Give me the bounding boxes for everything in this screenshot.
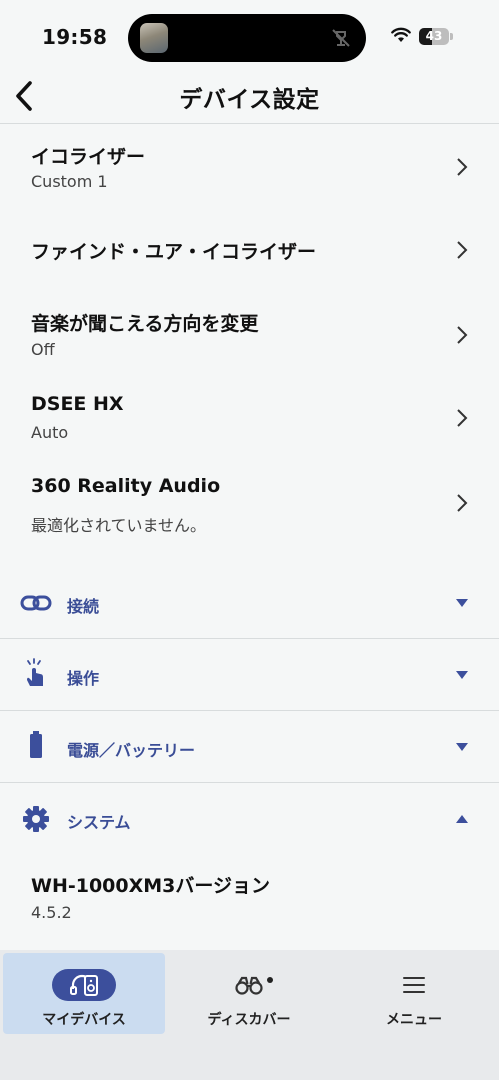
now-playing-thumbnail[interactable] <box>140 23 168 53</box>
section-label: 電源／バッテリー <box>67 741 196 760</box>
touch-icon <box>20 658 52 687</box>
chevron-right-icon <box>457 494 468 512</box>
setting-row-sound-direction[interactable]: 音楽が聞こえる方向を変更 Off <box>0 290 499 375</box>
notification-dot <box>267 977 273 983</box>
section-label: システム <box>67 813 131 832</box>
wifi-icon <box>391 27 411 42</box>
dynamic-island[interactable] <box>128 14 366 62</box>
setting-value: 最適化されていません。 <box>31 516 207 535</box>
section-system[interactable]: システム <box>0 782 499 853</box>
chevron-right-icon <box>457 158 468 176</box>
headphones-icon <box>52 969 116 1001</box>
caret-down-icon <box>456 599 468 607</box>
battery-icon <box>20 731 52 759</box>
setting-title: 音楽が聞こえる方向を変更 <box>31 313 259 335</box>
mute-icon <box>332 29 350 47</box>
section-operation[interactable]: 操作 <box>0 638 499 709</box>
status-bar: 19:58 43 <box>0 0 499 74</box>
status-time: 19:58 <box>42 25 108 49</box>
chevron-right-icon <box>457 326 468 344</box>
binoculars-icon <box>235 976 263 995</box>
setting-value: Off <box>31 340 55 359</box>
tab-my-device[interactable]: マイデバイス <box>3 953 165 1034</box>
header: デバイス設定 <box>0 74 499 124</box>
chevron-right-icon <box>457 241 468 259</box>
tab-label: マイデバイス <box>42 1012 126 1028</box>
section-connection[interactable]: 接続 <box>0 567 499 638</box>
section-label: 接続 <box>67 597 100 616</box>
tab-discover[interactable]: ディスカバー <box>168 953 330 1034</box>
system-version-row: WH-1000XM3バージョン 4.5.2 <box>0 853 499 948</box>
setting-value: Auto <box>31 423 69 442</box>
caret-up-icon <box>456 815 468 823</box>
caret-down-icon <box>456 743 468 751</box>
setting-value: Custom 1 <box>31 172 108 191</box>
version-title: WH-1000XM3バージョン <box>31 875 271 897</box>
chevron-right-icon <box>457 409 468 427</box>
section-power-battery[interactable]: 電源／バッテリー <box>0 710 499 781</box>
caret-down-icon <box>456 671 468 679</box>
battery-percentage: 43 <box>425 29 443 43</box>
setting-row-equalizer[interactable]: イコライザー Custom 1 <box>0 125 499 210</box>
gear-icon <box>20 805 52 833</box>
tab-label: ディスカバー <box>207 1012 291 1028</box>
tab-bar: マイデバイス ディスカバー メニュー <box>0 950 499 1080</box>
page-title: デバイス設定 <box>179 87 320 113</box>
setting-row-360-reality-audio[interactable]: 360 Reality Audio 最適化されていません。 <box>0 460 499 555</box>
menu-icon <box>403 977 425 993</box>
version-value: 4.5.2 <box>31 903 72 922</box>
tab-label: メニュー <box>386 1012 442 1028</box>
tab-menu[interactable]: メニュー <box>333 953 495 1034</box>
setting-row-dsee-hx[interactable]: DSEE HX Auto <box>0 375 499 460</box>
setting-title: 360 Reality Audio <box>31 475 221 497</box>
setting-title: DSEE HX <box>31 393 124 415</box>
setting-title: ファインド・ユア・イコライザー <box>31 241 317 263</box>
link-icon <box>20 589 52 617</box>
section-label: 操作 <box>67 669 100 688</box>
setting-title: イコライザー <box>31 146 146 168</box>
battery-status-icon: 43 <box>419 28 453 45</box>
setting-row-find-your-equalizer[interactable]: ファインド・ユア・イコライザー <box>0 210 499 290</box>
